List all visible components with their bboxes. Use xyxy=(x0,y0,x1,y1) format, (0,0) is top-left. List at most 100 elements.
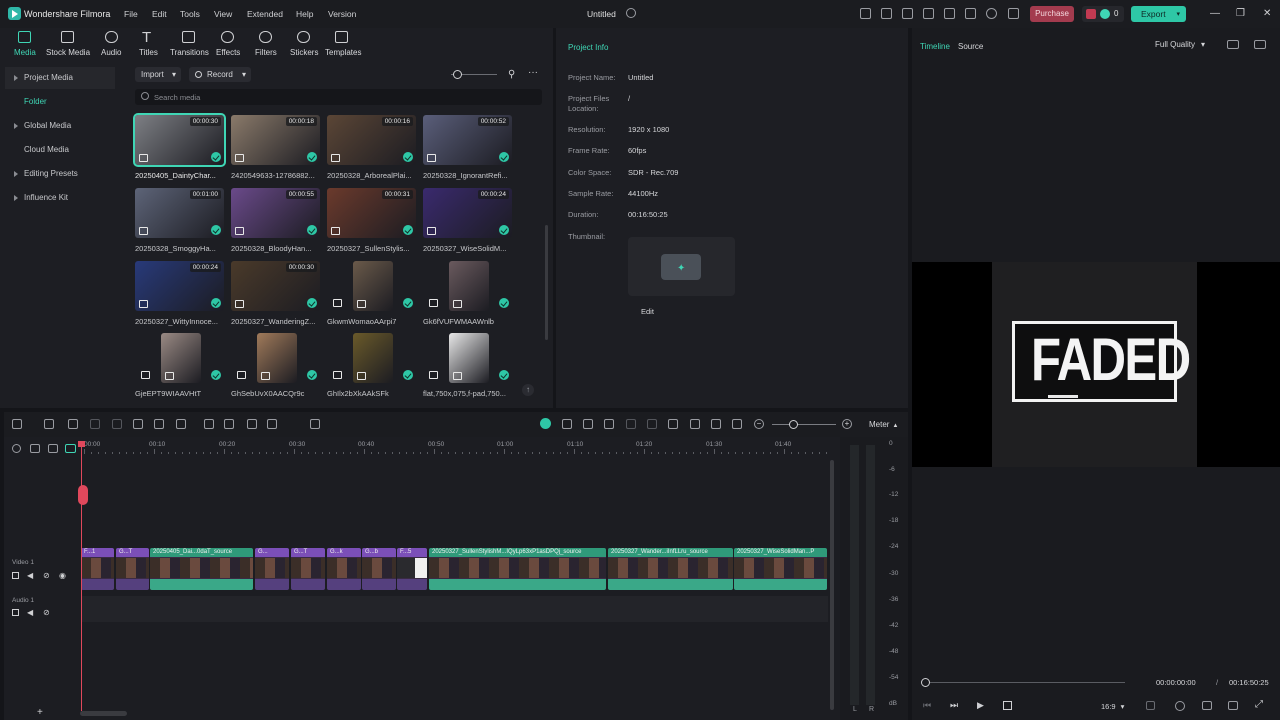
filter-funnel-icon[interactable]: ⚲ xyxy=(508,69,515,80)
mic-icon[interactable] xyxy=(690,419,700,429)
volume-icon[interactable] xyxy=(1228,701,1238,710)
media-thumbnail[interactable] xyxy=(353,333,393,383)
meter-toggle[interactable]: Meter ▲ xyxy=(869,420,898,429)
media-thumbnail[interactable] xyxy=(353,261,393,311)
filters-icon[interactable] xyxy=(259,31,272,43)
tab-templates[interactable]: Templates xyxy=(325,48,361,57)
layout-icon[interactable] xyxy=(902,8,913,19)
detach-icon[interactable] xyxy=(647,419,657,429)
keyframe-icon[interactable] xyxy=(204,419,214,429)
media-thumbnail[interactable]: 00:00:24 xyxy=(423,188,512,238)
video-viewer[interactable]: FADED xyxy=(912,262,1280,467)
sidebar-item-folder[interactable]: Folder xyxy=(5,91,115,113)
select-pointer-icon[interactable] xyxy=(44,419,54,429)
delete-icon[interactable] xyxy=(112,419,122,429)
media-thumbnail[interactable]: 00:00:30 xyxy=(231,261,320,311)
cloud-icon[interactable] xyxy=(965,8,976,19)
speed-icon[interactable] xyxy=(224,419,234,429)
record-button[interactable]: Record ▾ xyxy=(189,67,251,82)
tab-effects[interactable]: Effects xyxy=(216,48,240,57)
media-thumbnail[interactable]: 00:00:31 xyxy=(327,188,416,238)
info-icon[interactable] xyxy=(626,8,636,18)
tab-titles[interactable]: Titles xyxy=(139,48,158,57)
tab-filters[interactable]: Filters xyxy=(255,48,277,57)
ripple-icon[interactable] xyxy=(65,444,76,453)
send-icon[interactable] xyxy=(881,8,892,19)
thumbnail-box[interactable]: ✦ xyxy=(628,237,735,296)
restore-icon[interactable]: ❐ xyxy=(1236,8,1245,19)
templates-icon[interactable] xyxy=(335,31,348,43)
aspect-ratio-dropdown[interactable]: 16:9 ▾ xyxy=(1101,702,1124,711)
volume-icon[interactable]: ◀ xyxy=(27,608,33,617)
sidebar-item-cloud-media[interactable]: Cloud Media xyxy=(5,139,115,161)
mute-track-icon[interactable]: ⊘ xyxy=(43,571,50,580)
playback-scrubber[interactable] xyxy=(925,682,1125,683)
zoom-in-icon[interactable]: + xyxy=(842,419,852,429)
audio-track-lane[interactable] xyxy=(81,596,828,622)
stock-media-icon[interactable] xyxy=(61,31,74,43)
audio-note-icon[interactable] xyxy=(105,31,118,43)
playhead[interactable] xyxy=(81,441,82,711)
sidebar-item-influence-kit[interactable]: Influence Kit xyxy=(5,187,115,209)
tab-audio[interactable]: Audio xyxy=(101,48,121,57)
sidebar-item-project-media[interactable]: Project Media xyxy=(5,67,115,89)
compare-view-icon[interactable] xyxy=(1227,40,1239,49)
split-scene-icon[interactable] xyxy=(583,419,593,429)
subtitle-icon[interactable] xyxy=(732,419,742,429)
media-thumbnail[interactable] xyxy=(161,333,201,383)
media-thumbnail[interactable]: 00:01:00 xyxy=(135,188,224,238)
media-thumbnail[interactable]: 00:00:18 xyxy=(231,115,320,165)
render-settings-icon[interactable] xyxy=(1175,701,1185,711)
step-back-icon[interactable]: ⏮ xyxy=(923,700,931,711)
minimize-icon[interactable]: — xyxy=(1210,8,1220,19)
menu-tools[interactable]: Tools xyxy=(180,9,200,19)
media-thumbnail[interactable]: 00:00:52 xyxy=(423,115,512,165)
points-badge[interactable]: 0 xyxy=(1082,6,1124,22)
media-thumbnail[interactable] xyxy=(449,261,489,311)
redo-icon[interactable] xyxy=(90,419,100,429)
play-icon[interactable]: ▶ xyxy=(977,700,984,711)
link-icon[interactable] xyxy=(30,444,40,453)
media-thumbnail[interactable]: 00:00:30 xyxy=(133,113,226,167)
ai-tool-icon[interactable] xyxy=(540,418,551,429)
mixer-icon[interactable] xyxy=(711,419,721,429)
shield-icon[interactable] xyxy=(668,419,678,429)
color-match-icon[interactable] xyxy=(626,419,636,429)
menu-file[interactable]: File xyxy=(124,9,138,19)
purchase-button[interactable]: Purchase xyxy=(1030,6,1074,22)
save-icon[interactable] xyxy=(944,8,955,19)
media-scrollbar[interactable] xyxy=(545,225,548,340)
timeline-clip[interactable]: F...1 xyxy=(81,548,114,590)
media-thumbnail[interactable] xyxy=(449,333,489,383)
scrubber-handle[interactable] xyxy=(921,678,930,687)
timeline-clip[interactable]: G... xyxy=(255,548,289,590)
snapshot-image-icon[interactable] xyxy=(1254,40,1266,49)
import-button[interactable]: Import ▾ xyxy=(135,67,181,82)
stop-icon[interactable] xyxy=(1003,701,1012,710)
grid-icon[interactable] xyxy=(1008,8,1019,19)
export-button[interactable]: Export ▾ xyxy=(1131,6,1186,22)
playhead-top-handle[interactable] xyxy=(78,441,85,447)
volume-icon[interactable]: ◀ xyxy=(27,571,33,580)
playhead-marker[interactable] xyxy=(78,485,88,505)
timeline-v-scrollbar[interactable] xyxy=(830,460,834,710)
more-options-icon[interactable]: ··· xyxy=(528,67,538,78)
tab-transitions[interactable]: Transitions xyxy=(170,48,209,57)
eye-icon[interactable]: ◉ xyxy=(59,571,66,580)
search-media-field[interactable]: Search media xyxy=(135,89,542,105)
close-icon[interactable]: ✕ xyxy=(1263,8,1271,19)
mark-in-icon[interactable] xyxy=(562,419,572,429)
fullscreen-box-icon[interactable] xyxy=(1146,701,1155,710)
menu-edit[interactable]: Edit xyxy=(152,9,167,19)
menu-extended[interactable]: Extended xyxy=(247,9,283,19)
timeline-clip[interactable]: 20250327_WiseSolidMan...P xyxy=(734,548,827,590)
tab-source-preview[interactable]: Source xyxy=(958,42,983,51)
media-thumbnail[interactable]: 00:00:24 xyxy=(135,261,224,311)
gift-icon[interactable] xyxy=(860,8,871,19)
titles-t-icon[interactable]: T xyxy=(142,29,151,46)
menu-view[interactable]: View xyxy=(214,9,232,19)
support-icon[interactable] xyxy=(986,8,997,19)
timeline-h-scrollbar[interactable] xyxy=(80,711,127,716)
timeline-clip[interactable]: F...5 xyxy=(397,548,427,590)
crop-icon[interactable] xyxy=(176,419,186,429)
